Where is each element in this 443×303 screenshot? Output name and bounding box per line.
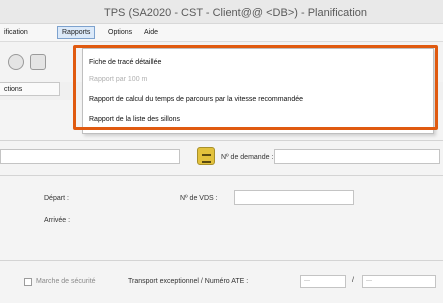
tab-actions-label: ctions bbox=[4, 86, 23, 93]
refresh-icon[interactable] bbox=[8, 54, 24, 70]
menu-rapports[interactable]: Rapports bbox=[57, 26, 96, 39]
vds-label: Nº de VDS : bbox=[180, 195, 218, 202]
menu-bar: ification Rapports Options Aide bbox=[0, 24, 443, 42]
menu-item-rapport-100m: Rapport par 100 m bbox=[89, 76, 148, 83]
ate-select-1[interactable]: --- bbox=[300, 275, 346, 288]
menu-item-fiche-trace[interactable]: Fiche de tracé détaillée bbox=[89, 59, 161, 66]
rapports-dropdown: Fiche de tracé détaillée Rapport par 100… bbox=[82, 48, 434, 134]
ate-select-2[interactable]: --- bbox=[362, 275, 436, 288]
tab-actions[interactable]: ctions bbox=[0, 82, 60, 96]
transport-label: Transport exceptionnel / Numéro ATE : bbox=[128, 278, 249, 285]
arrivee-label: Arrivée : bbox=[44, 217, 71, 224]
left-input[interactable] bbox=[0, 149, 180, 164]
menu-planification[interactable]: ification bbox=[0, 27, 32, 40]
window-title: TPS (SA2020 - CST - Client@@ <DB>) - Pla… bbox=[104, 7, 368, 19]
search-button[interactable] bbox=[197, 147, 215, 165]
menu-options[interactable]: Options bbox=[104, 27, 136, 40]
menu-item-rapport-temps-parcours[interactable]: Rapport de calcul du temps de parcours p… bbox=[89, 96, 303, 103]
vds-input[interactable] bbox=[234, 190, 354, 205]
depart-label: Départ : bbox=[44, 195, 69, 202]
demande-label: Nº de demande : bbox=[221, 154, 274, 161]
security-checkbox[interactable] bbox=[24, 278, 32, 286]
ate-separator: / bbox=[352, 277, 354, 284]
print-icon[interactable] bbox=[30, 54, 46, 70]
menu-item-rapport-sillons[interactable]: Rapport de la liste des sillons bbox=[89, 116, 180, 123]
divider bbox=[0, 175, 443, 176]
menu-aide[interactable]: Aide bbox=[140, 27, 162, 40]
divider bbox=[0, 260, 443, 261]
demande-input[interactable] bbox=[274, 149, 440, 164]
divider bbox=[0, 140, 443, 141]
security-label: Marche de sécurité bbox=[36, 278, 96, 285]
title-bar: TPS (SA2020 - CST - Client@@ <DB>) - Pla… bbox=[0, 0, 443, 24]
